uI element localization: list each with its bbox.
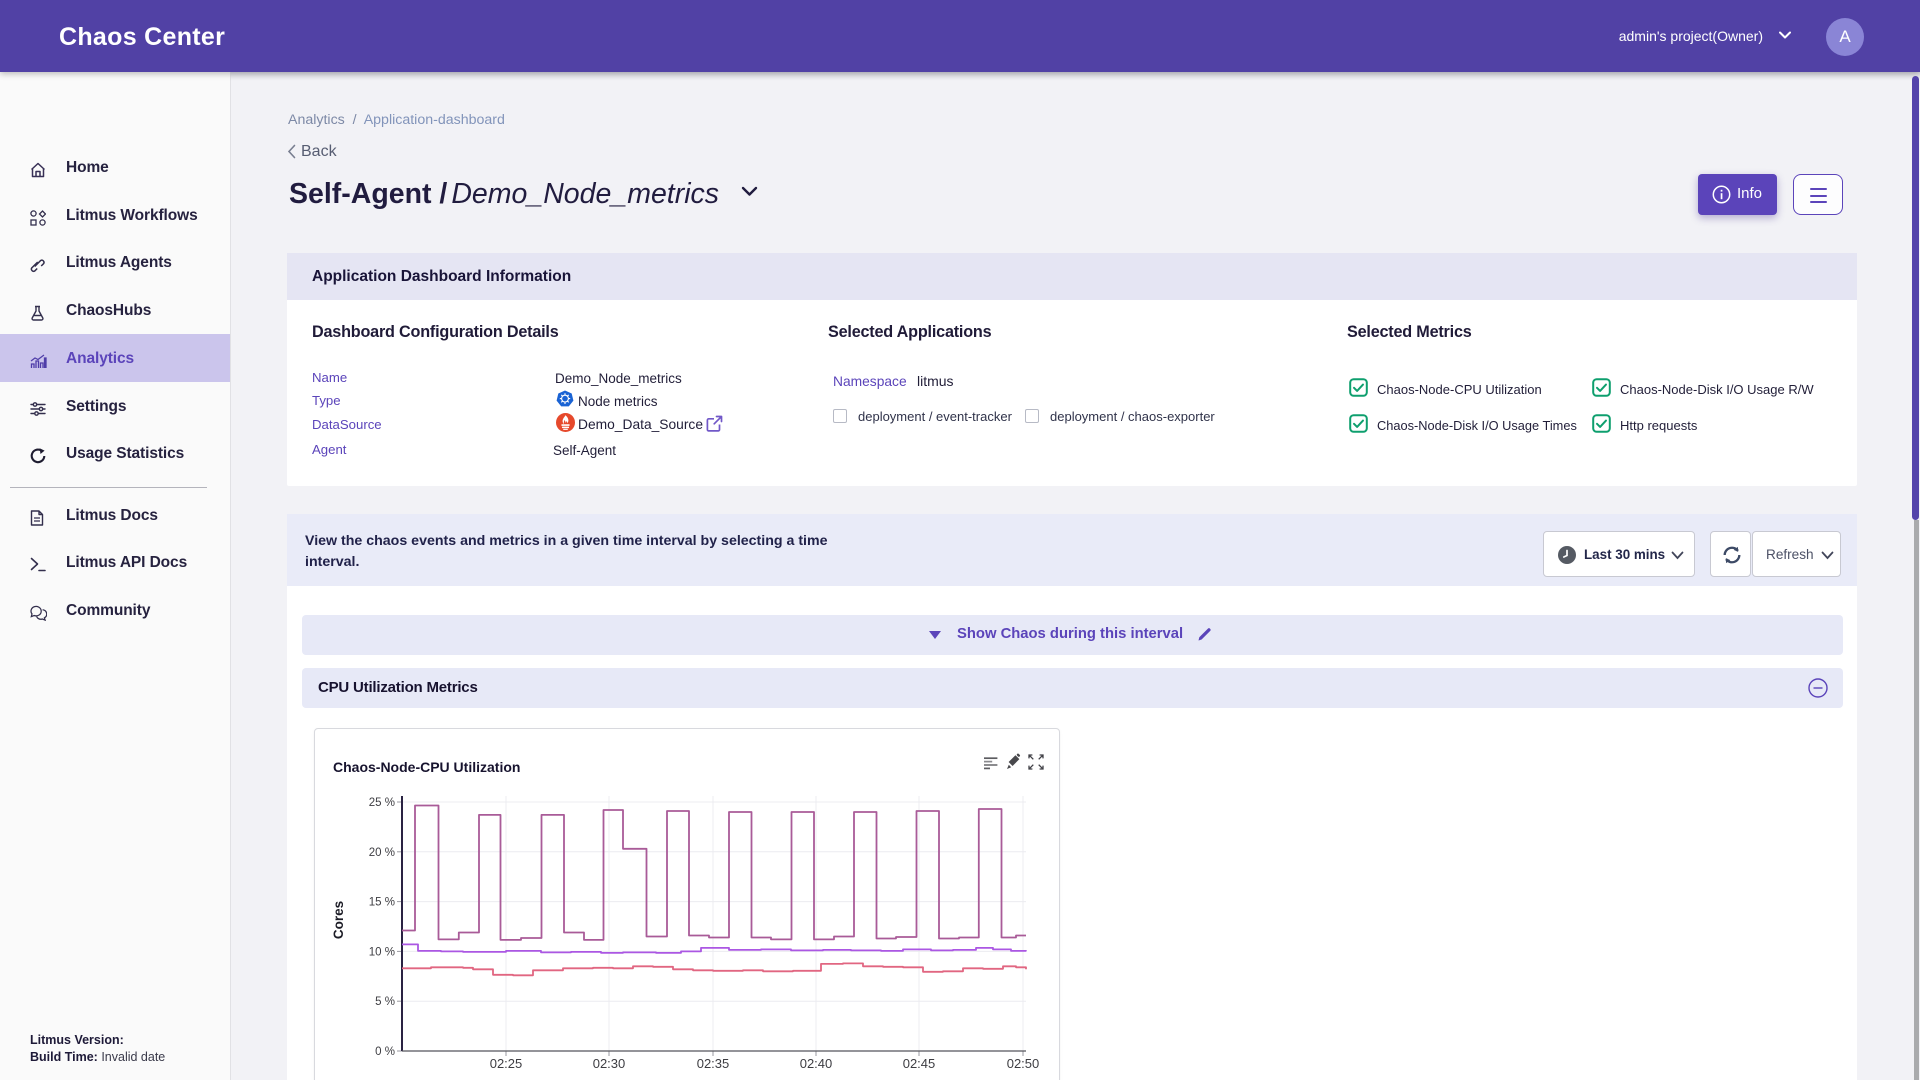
svg-text:02:25: 02:25 — [490, 1056, 523, 1071]
svg-text:25 %: 25 % — [369, 797, 395, 809]
svg-text:10 %: 10 % — [369, 946, 395, 958]
svg-text:5 %: 5 % — [375, 996, 395, 1008]
svg-text:02:40: 02:40 — [800, 1056, 833, 1071]
svg-text:Cores: Cores — [331, 901, 346, 939]
svg-text:02:50: 02:50 — [1007, 1056, 1040, 1071]
svg-text:0 %: 0 % — [375, 1046, 395, 1058]
svg-text:02:30: 02:30 — [593, 1056, 626, 1071]
svg-text:02:35: 02:35 — [697, 1056, 730, 1071]
svg-text:15 %: 15 % — [369, 897, 395, 909]
svg-text:02:45: 02:45 — [903, 1056, 936, 1071]
svg-text:20 %: 20 % — [369, 847, 395, 859]
